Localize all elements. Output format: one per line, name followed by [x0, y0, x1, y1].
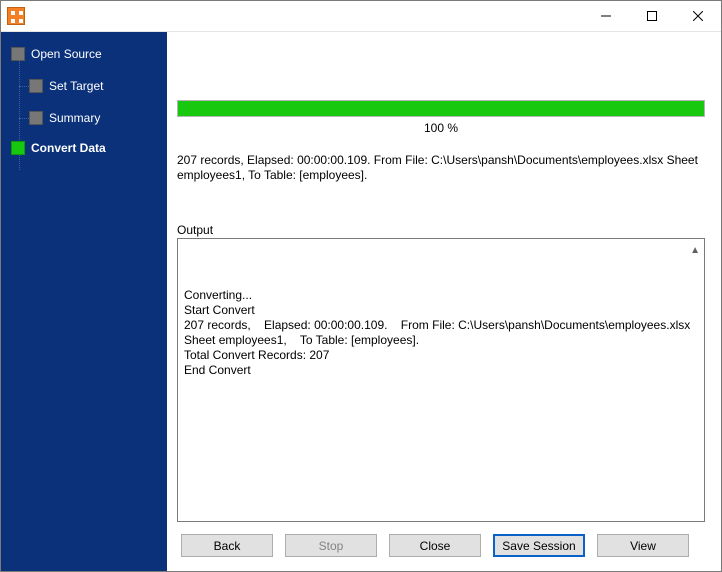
stop-button: Stop [285, 534, 377, 557]
step-icon-active [11, 141, 25, 155]
close-window-button[interactable] [675, 1, 721, 31]
button-row: Back Stop Close Save Session View [177, 534, 705, 557]
close-button[interactable]: Close [389, 534, 481, 557]
sidebar-item-label: Set Target [49, 79, 103, 93]
sidebar-item-open-source[interactable]: Open Source [1, 40, 167, 68]
wizard-sidebar: Open Source Set Target Summary Convert D… [1, 32, 167, 571]
output-log[interactable]: ▲ Converting... Start Convert 207 record… [177, 238, 705, 522]
view-button[interactable]: View [597, 534, 689, 557]
sidebar-item-convert-data[interactable]: Convert Data [1, 134, 167, 162]
output-log-text: Converting... Start Convert 207 records,… [184, 288, 698, 378]
sidebar-item-summary[interactable]: Summary [1, 104, 167, 132]
progress-percent-label: 100 % [177, 121, 705, 135]
output-section-label: Output [177, 223, 705, 237]
main-content: 100 % 207 records, Elapsed: 00:00:00.109… [167, 32, 721, 571]
sidebar-item-label: Convert Data [31, 141, 106, 155]
back-button[interactable]: Back [181, 534, 273, 557]
progress-bar [177, 100, 705, 117]
step-icon [29, 111, 43, 125]
save-session-button[interactable]: Save Session [493, 534, 585, 557]
titlebar [1, 1, 721, 32]
sidebar-item-label: Open Source [31, 47, 102, 61]
progress-fill [178, 101, 704, 116]
app-icon [7, 7, 25, 25]
minimize-button[interactable] [583, 1, 629, 31]
scroll-up-icon: ▲ [690, 243, 700, 258]
app-window: Open Source Set Target Summary Convert D… [0, 0, 722, 572]
step-icon [29, 79, 43, 93]
step-icon [11, 47, 25, 61]
sidebar-item-set-target[interactable]: Set Target [1, 72, 167, 100]
sidebar-item-label: Summary [49, 111, 100, 125]
maximize-button[interactable] [629, 1, 675, 31]
conversion-summary-text: 207 records, Elapsed: 00:00:00.109. From… [177, 153, 705, 199]
